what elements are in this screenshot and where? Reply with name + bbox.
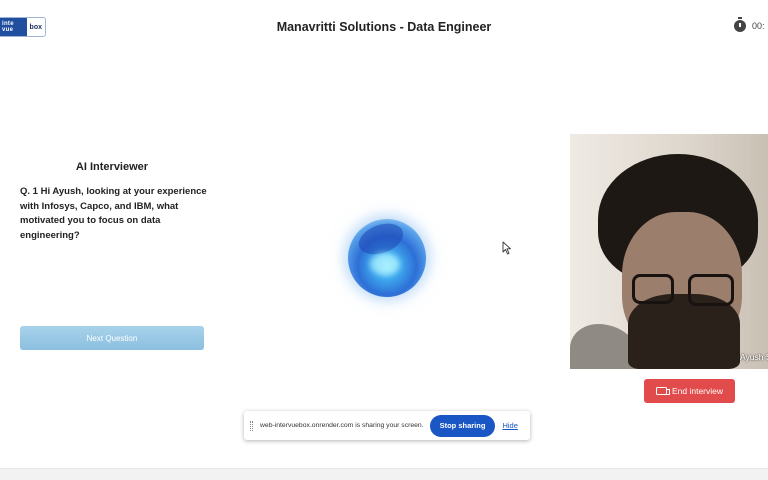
interview-timer: 00: [734,17,765,32]
cursor-icon [502,241,511,255]
candidate-video: Ayush S [570,134,768,369]
end-call-icon [655,387,670,395]
page-title: Manavritti Solutions - Data Engineer [276,20,492,34]
next-question-button[interactable]: Next Question [20,326,204,350]
end-interview-button[interactable]: End interview [644,379,735,403]
participant-name: Ayush S [740,352,768,362]
timer-text: 00: [752,21,765,31]
timer-icon [734,17,746,32]
ai-orb [348,219,426,297]
share-message: web-intervuebox.onrender.com is sharing … [260,422,424,429]
video-glasses-right [688,274,734,306]
screen-share-bar: web-intervuebox.onrender.com is sharing … [244,411,530,440]
hide-link[interactable]: Hide [502,421,517,430]
ai-interviewer-heading: AI Interviewer [75,161,149,173]
end-interview-label: End interview [671,386,724,396]
drag-grip-icon[interactable] [250,420,253,431]
stop-sharing-button[interactable]: Stop sharing [429,414,496,437]
header: inte vue box Manavritti Solutions - Data… [0,0,768,56]
question-text: Q. 1 Hi Ayush, looking at your experienc… [20,186,207,241]
bottom-strip [0,468,768,480]
video-glasses-left [632,274,674,304]
